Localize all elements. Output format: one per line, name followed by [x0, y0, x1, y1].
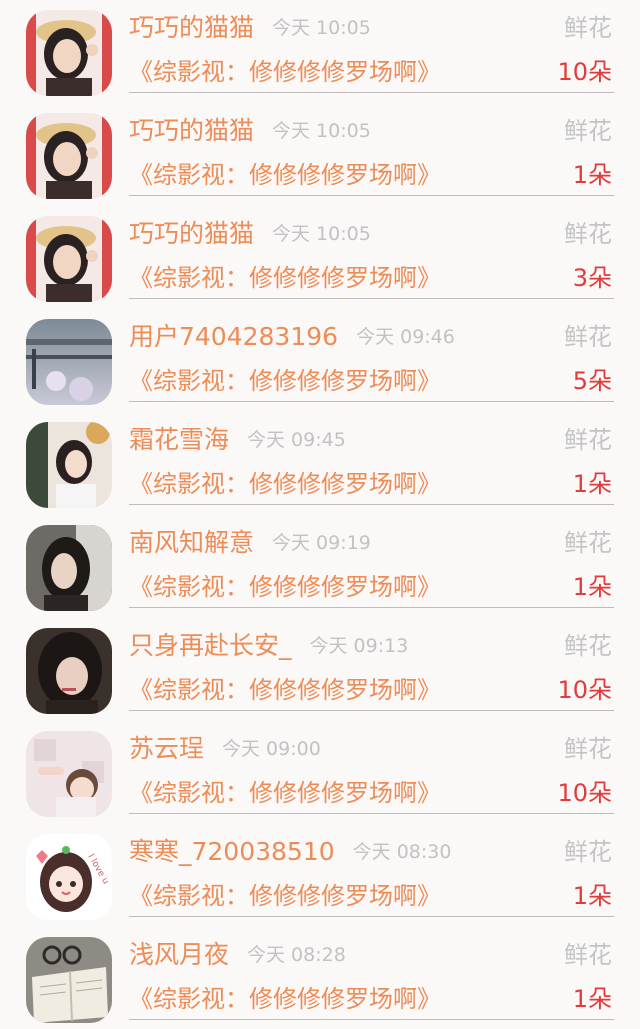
divider: [129, 1019, 614, 1020]
list-item[interactable]: I love u 寒寒_720038510 今天 08:30 鲜花 《综影视：修修…: [0, 824, 640, 927]
username[interactable]: 巧巧的猫猫 今天 10:05: [129, 8, 371, 48]
user-avatar[interactable]: [26, 216, 112, 302]
timestamp: 今天 08:30: [352, 841, 452, 863]
divider: [129, 504, 614, 505]
timestamp: 今天 09:19: [272, 532, 371, 554]
gift-type-label: 鲜花: [564, 14, 612, 42]
username[interactable]: 巧巧的猫猫 今天 10:05: [129, 111, 371, 151]
book-title[interactable]: 《综影视：修修修修罗场啊》: [129, 52, 441, 92]
user-avatar[interactable]: [26, 937, 112, 1023]
user-avatar[interactable]: [26, 113, 112, 199]
gift-count: 1朵: [572, 470, 612, 498]
book-title[interactable]: 《综影视：修修修修罗场啊》: [129, 876, 441, 916]
book-title[interactable]: 《综影视：修修修修罗场啊》: [129, 464, 441, 504]
list-item[interactable]: 巧巧的猫猫 今天 10:05 鲜花 《综影视：修修修修罗场啊》 10朵: [0, 0, 640, 103]
list-item[interactable]: 巧巧的猫猫 今天 10:05 鲜花 《综影视：修修修修罗场啊》 3朵: [0, 206, 640, 309]
gift-count: 1朵: [572, 882, 612, 910]
user-avatar[interactable]: [26, 10, 112, 96]
timestamp: 今天 09:13: [309, 635, 409, 657]
gift-type-label: 鲜花: [564, 220, 612, 248]
divider: [129, 92, 614, 93]
username-text[interactable]: 巧巧的猫猫: [129, 13, 254, 42]
timestamp: 今天 09:46: [356, 326, 455, 348]
gift-count: 5朵: [572, 367, 612, 395]
divider: [129, 607, 614, 608]
divider: [129, 401, 614, 402]
gift-count: 1朵: [572, 985, 612, 1013]
username[interactable]: 霜花雪海 今天 09:45: [129, 420, 346, 460]
username-text[interactable]: 浅风月夜: [129, 940, 229, 969]
book-title[interactable]: 《综影视：修修修修罗场啊》: [129, 979, 441, 1019]
divider: [129, 813, 614, 814]
timestamp: 今天 10:05: [272, 223, 371, 245]
book-title[interactable]: 《综影视：修修修修罗场啊》: [129, 670, 441, 710]
divider: [129, 195, 614, 196]
timestamp: 今天 10:05: [272, 120, 371, 142]
username[interactable]: 用户7404283196 今天 09:46: [129, 317, 455, 357]
username[interactable]: 只身再赴长安_ 今天 09:13: [129, 626, 408, 666]
username-text[interactable]: 巧巧的猫猫: [129, 116, 254, 145]
book-title[interactable]: 《综影视：修修修修罗场啊》: [129, 155, 441, 195]
list-item[interactable]: 南风知解意 今天 09:19 鲜花 《综影视：修修修修罗场啊》 1朵: [0, 515, 640, 618]
username[interactable]: 苏云珵 今天 09:00: [129, 729, 321, 769]
username-text[interactable]: 巧巧的猫猫: [129, 219, 254, 248]
list-item[interactable]: 巧巧的猫猫 今天 10:05 鲜花 《综影视：修修修修罗场啊》 1朵: [0, 103, 640, 206]
list-item[interactable]: 苏云珵 今天 09:00 鲜花 《综影视：修修修修罗场啊》 10朵: [0, 721, 640, 824]
user-avatar[interactable]: [26, 731, 112, 817]
timestamp: 今天 09:45: [247, 429, 346, 451]
user-avatar[interactable]: I love u: [26, 834, 112, 920]
timestamp: 今天 10:05: [272, 17, 371, 39]
gift-count: 10朵: [557, 58, 612, 86]
gift-type-label: 鲜花: [564, 529, 612, 557]
username-text[interactable]: 霜花雪海: [129, 425, 229, 454]
username[interactable]: 南风知解意 今天 09:19: [129, 523, 371, 563]
user-avatar[interactable]: [26, 525, 112, 611]
book-title[interactable]: 《综影视：修修修修罗场啊》: [129, 258, 441, 298]
book-title[interactable]: 《综影视：修修修修罗场啊》: [129, 361, 441, 401]
gift-count: 1朵: [572, 573, 612, 601]
gift-type-label: 鲜花: [564, 632, 612, 660]
username-text[interactable]: 南风知解意: [129, 528, 254, 557]
user-avatar[interactable]: [26, 422, 112, 508]
gift-type-label: 鲜花: [564, 941, 612, 969]
user-avatar[interactable]: [26, 319, 112, 405]
gift-type-label: 鲜花: [564, 426, 612, 454]
list-item[interactable]: 浅风月夜 今天 08:28 鲜花 《综影视：修修修修罗场啊》 1朵: [0, 927, 640, 1029]
book-title[interactable]: 《综影视：修修修修罗场啊》: [129, 567, 441, 607]
book-title[interactable]: 《综影视：修修修修罗场啊》: [129, 773, 441, 813]
timestamp: 今天 09:00: [222, 738, 321, 760]
divider: [129, 298, 614, 299]
gift-type-label: 鲜花: [564, 735, 612, 763]
username-text[interactable]: 只身再赴长安_: [129, 631, 292, 660]
gift-type-label: 鲜花: [564, 838, 612, 866]
gift-type-label: 鲜花: [564, 117, 612, 145]
timestamp: 今天 08:28: [247, 944, 346, 966]
username-text[interactable]: 寒寒_720038510: [129, 837, 335, 866]
username[interactable]: 寒寒_720038510 今天 08:30: [129, 832, 451, 872]
list-item[interactable]: 霜花雪海 今天 09:45 鲜花 《综影视：修修修修罗场啊》 1朵: [0, 412, 640, 515]
divider: [129, 710, 614, 711]
divider: [129, 916, 614, 917]
username[interactable]: 浅风月夜 今天 08:28: [129, 935, 346, 975]
gift-count: 3朵: [572, 264, 612, 292]
username[interactable]: 巧巧的猫猫 今天 10:05: [129, 214, 371, 254]
user-avatar[interactable]: [26, 628, 112, 714]
gift-type-label: 鲜花: [564, 323, 612, 351]
gift-record-list: 巧巧的猫猫 今天 10:05 鲜花 《综影视：修修修修罗场啊》 10朵 巧巧的猫猫…: [0, 0, 640, 1029]
list-item[interactable]: 只身再赴长安_ 今天 09:13 鲜花 《综影视：修修修修罗场啊》 10朵: [0, 618, 640, 721]
gift-count: 1朵: [572, 161, 612, 189]
gift-count: 10朵: [557, 779, 612, 807]
gift-count: 10朵: [557, 676, 612, 704]
username-text[interactable]: 用户7404283196: [129, 322, 338, 351]
username-text[interactable]: 苏云珵: [129, 734, 204, 763]
list-item[interactable]: 用户7404283196 今天 09:46 鲜花 《综影视：修修修修罗场啊》 5朵: [0, 309, 640, 412]
